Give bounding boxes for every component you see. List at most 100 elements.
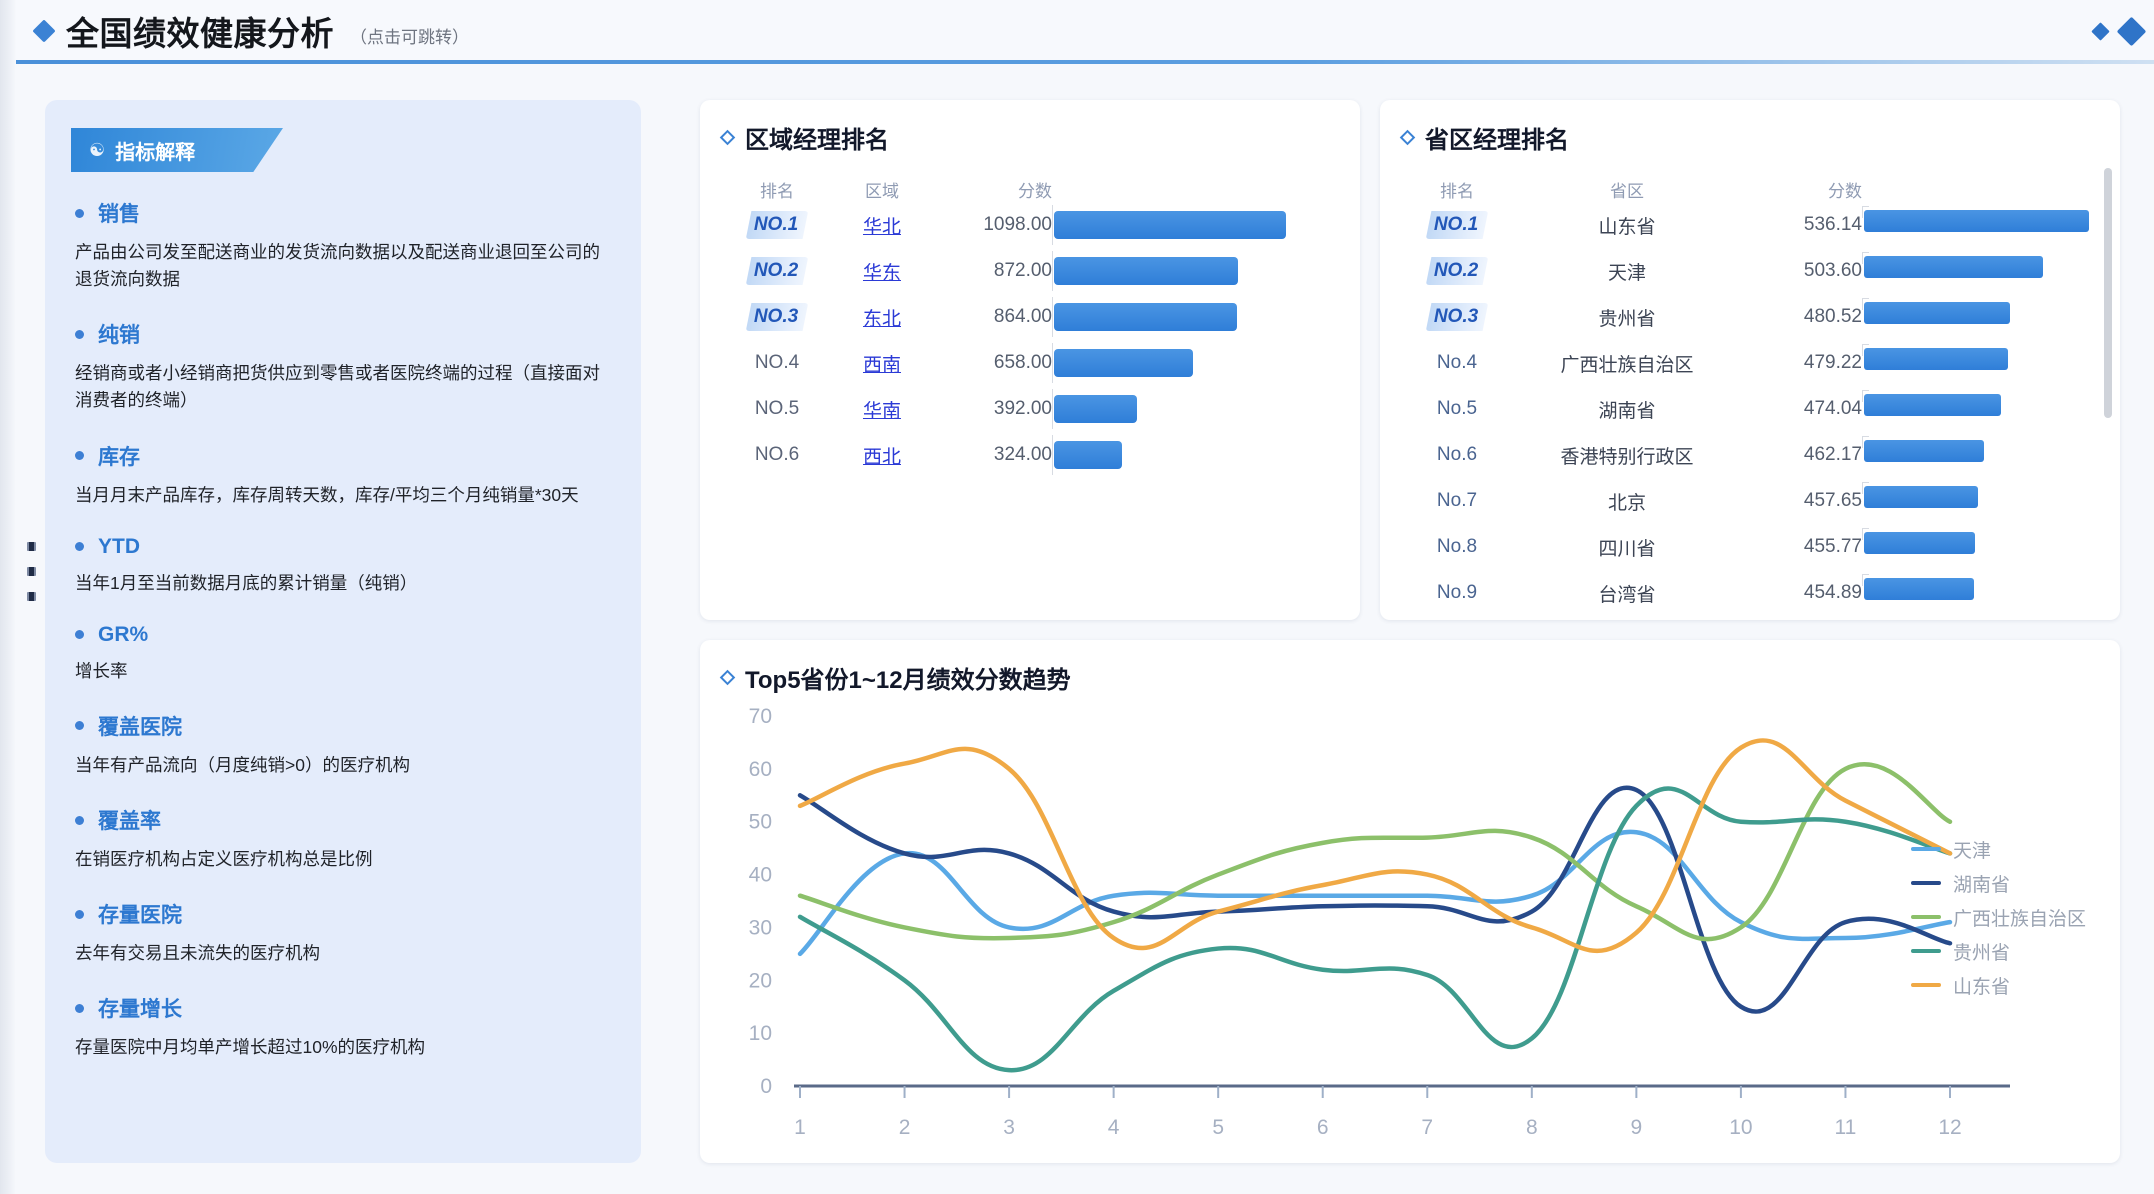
column-header-rank: 排名 <box>1440 182 1474 201</box>
x-axis-tick-label: 4 <box>1108 1116 1120 1139</box>
table-row[interactable]: No.8 四川省 455.77 <box>1402 524 2086 570</box>
vertical-scrollbar[interactable] <box>2104 168 2112 418</box>
table-row[interactable]: NO.5 华南 392.00 <box>722 386 1340 432</box>
small-diamond-icon <box>2091 21 2110 41</box>
region-cell[interactable]: 华南 <box>832 396 932 423</box>
rank-cell: NO.5 <box>722 398 832 420</box>
x-axis-tick-label: 2 <box>899 1116 911 1139</box>
region-link[interactable]: 西北 <box>863 447 901 468</box>
column-header-score: 分数 <box>1828 182 1862 201</box>
metric-name[interactable]: 纯销 <box>98 319 140 349</box>
lightbulb-icon: ☯ <box>89 139 106 160</box>
metric-name[interactable]: 覆盖率 <box>98 805 161 835</box>
table-row[interactable]: NO.1 山东省 536.14 <box>1402 202 2089 248</box>
bar-tick <box>1052 205 1053 245</box>
table-row[interactable]: No.9 台湾省 454.89 <box>1402 570 2086 616</box>
table-row[interactable]: NO.4 西南 658.00 <box>722 340 1340 386</box>
region-cell[interactable]: 东北 <box>832 304 932 331</box>
province-cell: 北京 <box>1607 492 1646 514</box>
trend-card-title: Top5省份1~12月绩效分数趋势 <box>700 640 2120 695</box>
table-row[interactable]: No.5 湖南省 474.04 <box>1402 386 2086 432</box>
rank-label: NO.4 <box>754 352 800 373</box>
score-cell: 864.00 <box>993 306 1052 327</box>
metric-name[interactable]: 库存 <box>98 441 140 471</box>
table-row[interactable]: NO.3 贵州省 480.52 <box>1402 294 2086 340</box>
metric-description: 增长率 <box>75 660 128 681</box>
region-cell[interactable]: 华北 <box>832 212 932 239</box>
rank-cell: No.7 <box>1402 490 1512 512</box>
region-cell[interactable]: 西北 <box>832 442 932 469</box>
table-row[interactable]: NO.6 西北 324.00 <box>722 432 1340 478</box>
region-link[interactable]: 西南 <box>863 355 901 376</box>
metric-name[interactable]: YTD <box>98 535 140 559</box>
metric-title: 覆盖医院 <box>75 711 611 741</box>
metric-description: 存量医院中月均单产增长超过10%的医疗机构 <box>75 1037 426 1058</box>
bar-tick <box>1052 343 1053 383</box>
table-row[interactable]: NO.3 东北 864.00 <box>722 294 1340 340</box>
bar <box>1864 348 2008 370</box>
bar-tick <box>1862 528 1863 540</box>
legend-item[interactable]: 贵州省 <box>1910 934 2086 968</box>
diamond-outline-icon <box>1399 129 1416 146</box>
table-row[interactable]: NO.2 天津 503.60 <box>1402 248 2086 294</box>
large-diamond-icon <box>2116 16 2147 46</box>
bar-cell <box>1052 202 1340 248</box>
x-axis-tick-label: 7 <box>1421 1116 1433 1139</box>
metric-name[interactable]: 销售 <box>98 198 140 228</box>
y-axis-tick-label: 50 <box>749 811 772 834</box>
province-cell: 贵州省 <box>1598 308 1656 330</box>
metric-title: 纯销 <box>75 319 611 349</box>
bar-tick <box>1862 436 1863 448</box>
table-row[interactable]: No.4 广西壮族自治区 479.22 <box>1402 340 2086 386</box>
trend-card-title-text: Top5省份1~12月绩效分数趋势 <box>745 667 1071 694</box>
legend-item[interactable]: 湖南省 <box>1910 866 2086 900</box>
bullet-icon <box>75 329 84 339</box>
bar-cell <box>1052 248 1340 294</box>
province-card-title: 省区经理排名 <box>1380 100 2120 155</box>
province-cell: 台湾省 <box>1598 584 1656 606</box>
rank-badge: NO.3 <box>1425 303 1489 331</box>
bar <box>1864 210 2089 232</box>
score-cell: 1098.00 <box>983 214 1052 235</box>
bar-tick-cap <box>1862 252 1869 253</box>
metric-name[interactable]: GR% <box>98 623 148 647</box>
diamond-outline-icon <box>719 129 736 146</box>
region-cell[interactable]: 华东 <box>832 258 932 285</box>
bar <box>1054 211 1286 239</box>
region-link[interactable]: 华东 <box>863 263 901 284</box>
metric-name[interactable]: 存量医院 <box>98 899 182 929</box>
table-row[interactable]: No.7 北京 457.65 <box>1402 478 2086 524</box>
score-cell: 454.89 <box>1803 582 1862 603</box>
y-axis-tick-label: 70 <box>749 705 772 728</box>
bar-cell <box>1052 294 1340 340</box>
legend-item[interactable]: 天津 <box>1910 832 2086 866</box>
bullet-icon <box>75 815 84 825</box>
metric-description: 当年有产品流向（月度纯销>0）的医疗机构 <box>75 754 410 775</box>
table-row[interactable]: No.6 香港特别行政区 462.17 <box>1402 432 2086 478</box>
legend-item[interactable]: 广西壮族自治区 <box>1910 900 2086 934</box>
rail-drag-handle[interactable] <box>27 542 36 601</box>
region-cell[interactable]: 西南 <box>832 350 932 377</box>
province-cell: 四川省 <box>1598 538 1656 560</box>
region-link[interactable]: 东北 <box>863 309 901 330</box>
metric-title: 覆盖率 <box>75 805 611 835</box>
metric-name[interactable]: 覆盖医院 <box>98 711 182 741</box>
metric-item: 库存 当月月末产品库存，库存周转天数，库存/平均三个月纯销量*30天 <box>75 441 611 509</box>
metric-item: 覆盖率 在销医疗机构占定义医疗机构总是比例 <box>75 805 611 873</box>
bar-cell <box>1052 386 1340 432</box>
table-row[interactable]: NO.2 华东 872.00 <box>722 248 1340 294</box>
bar <box>1864 486 1978 508</box>
region-link[interactable]: 华南 <box>863 401 901 422</box>
y-axis-tick-label: 30 <box>749 916 772 939</box>
score-cell: 658.00 <box>993 352 1052 373</box>
line-chart-svg: 0102030405060701 2 3 4 5 6 7 8 9 10 11 12 <box>749 705 2010 1139</box>
region-link[interactable]: 华北 <box>863 217 901 238</box>
metric-name[interactable]: 存量增长 <box>98 993 182 1023</box>
rank-badge: NO.1 <box>745 211 809 239</box>
table-row[interactable]: NO.1 华北 1098.00 <box>722 202 1340 248</box>
x-axis-tick-label: 8 <box>1526 1116 1538 1139</box>
score-cell: 479.22 <box>1803 352 1862 373</box>
bar-tick <box>1052 297 1053 337</box>
legend-item[interactable]: 山东省 <box>1910 968 2086 1002</box>
bar-cell <box>1862 524 2086 570</box>
